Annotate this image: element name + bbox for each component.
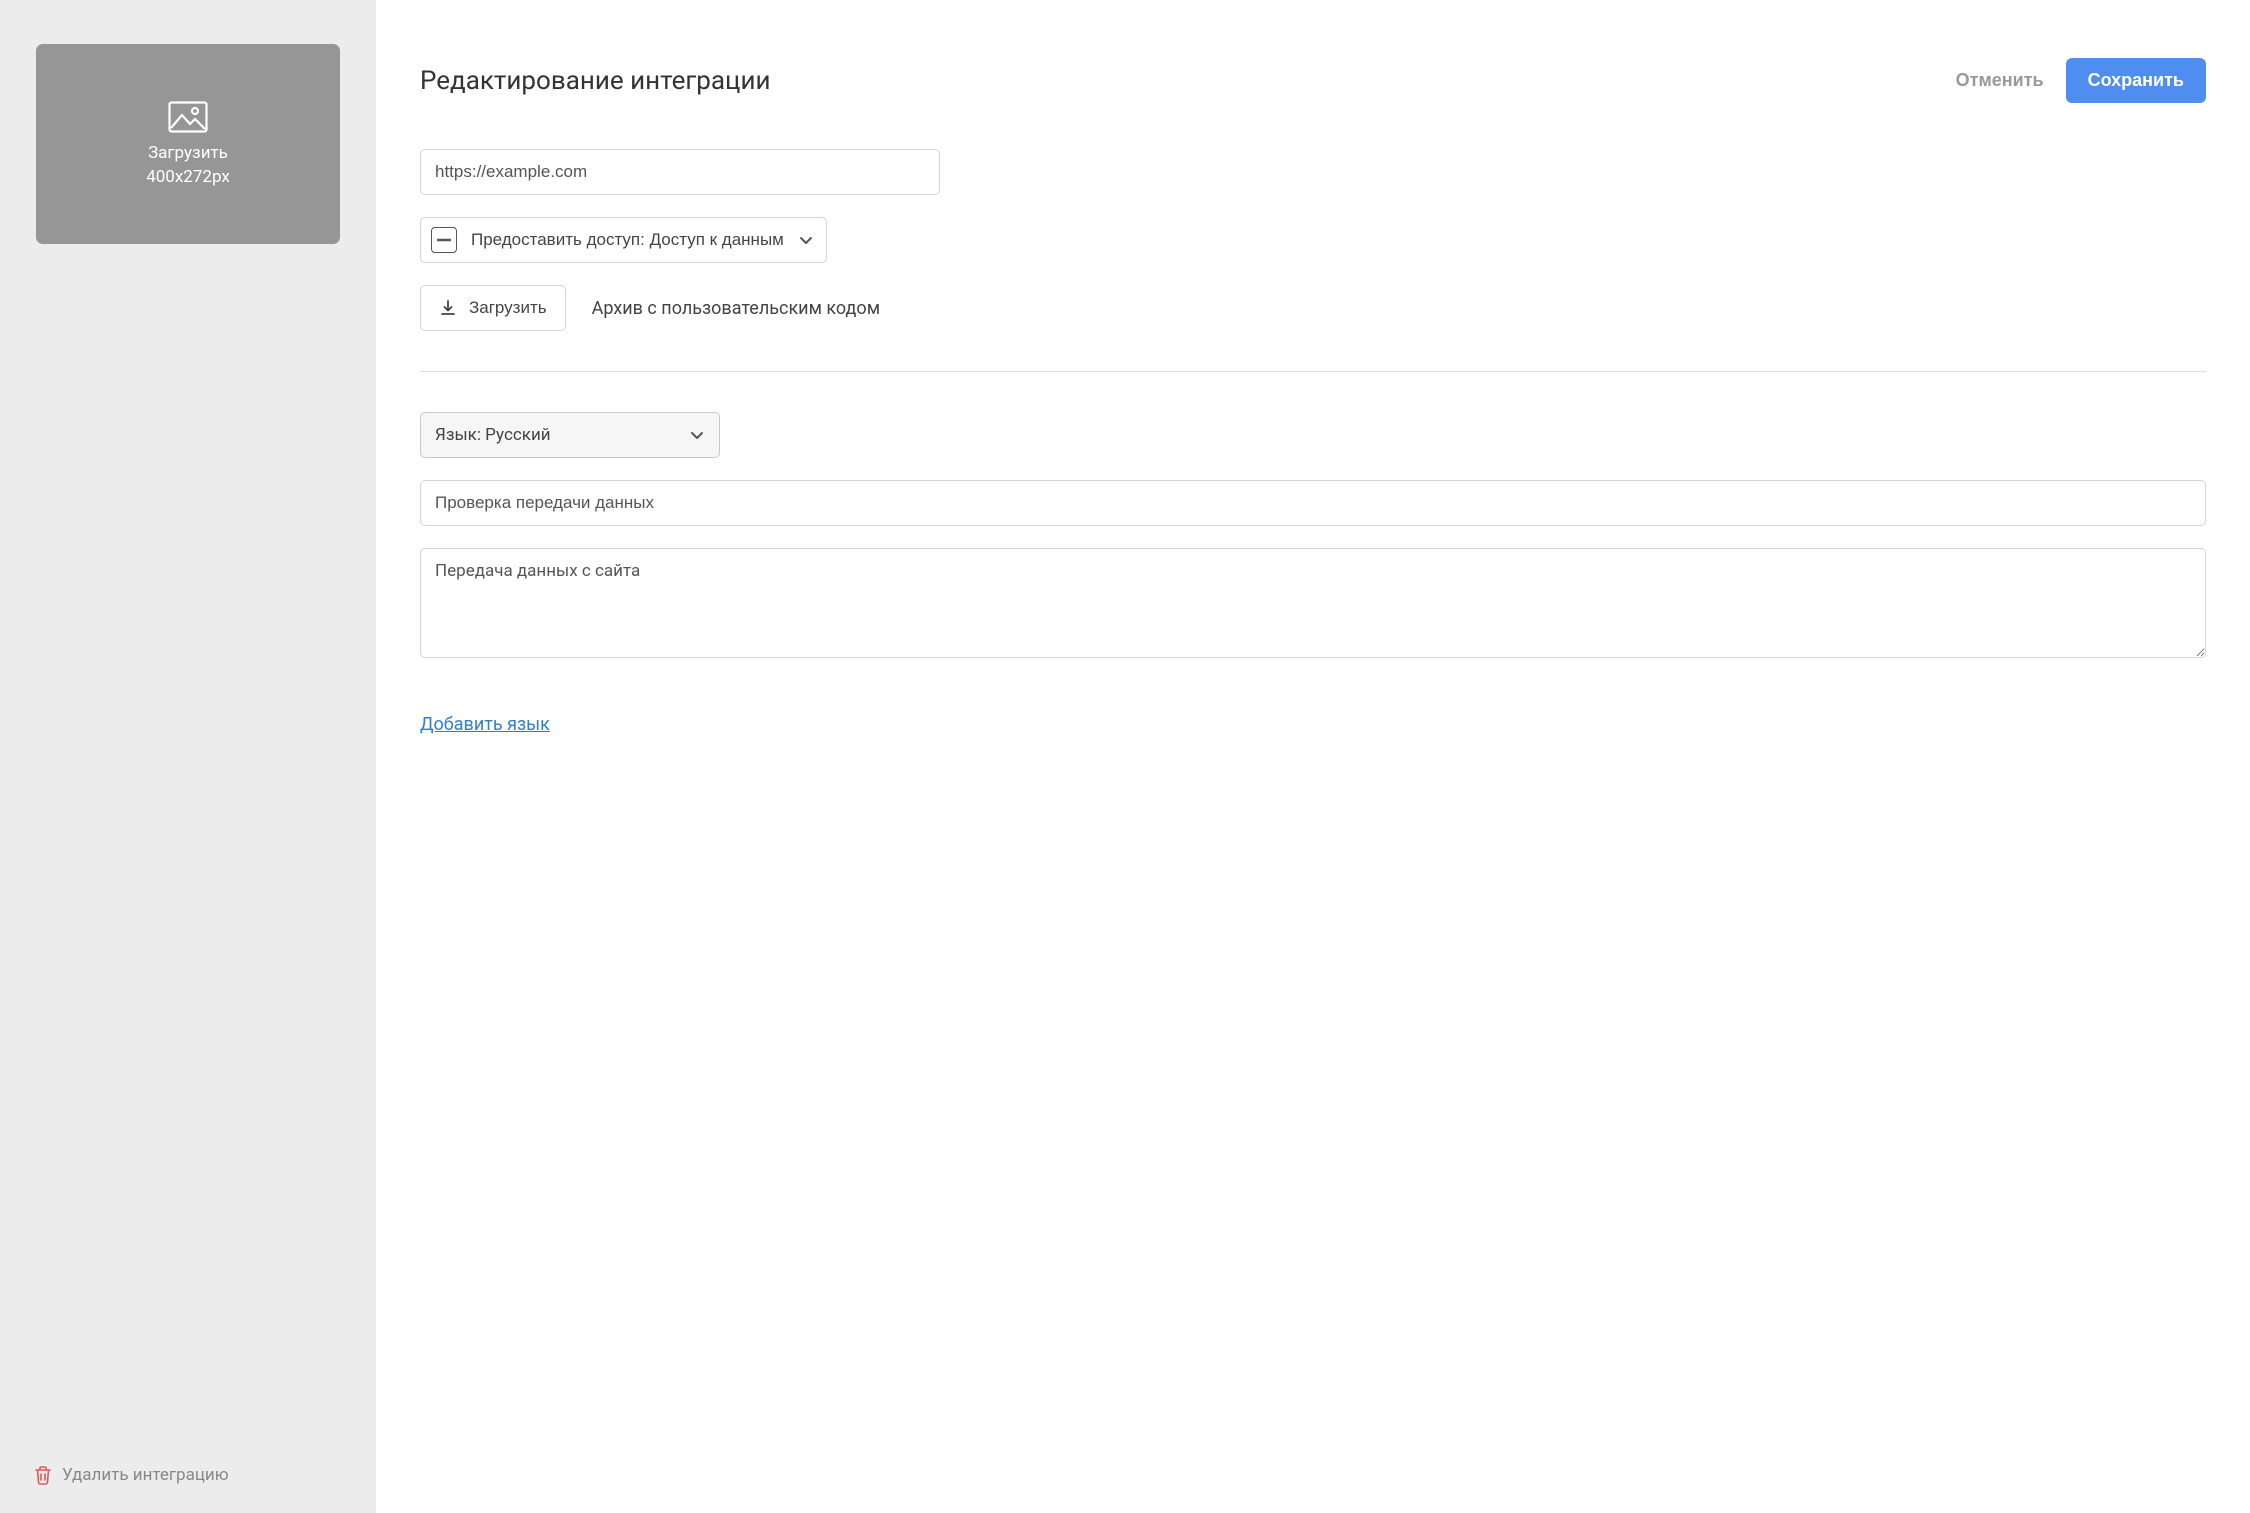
upload-caption: Архив с пользовательским кодом <box>592 298 880 319</box>
language-select[interactable]: Язык: Русский <box>420 412 720 458</box>
name-input[interactable] <box>420 480 2206 526</box>
trash-icon <box>34 1465 52 1485</box>
upload-label: Загрузить <box>148 143 228 163</box>
sidebar: Загрузить 400x272px Удалить интеграцию <box>0 0 376 1513</box>
access-label: Предоставить доступ: Доступ к данным <box>471 230 784 250</box>
upload-dimensions: 400x272px <box>146 167 230 187</box>
chevron-down-icon <box>798 232 814 248</box>
upload-button-label: Загрузить <box>469 298 547 318</box>
main-content: Редактирование интеграции Отменить Сохра… <box>376 0 2250 1513</box>
download-icon <box>439 299 457 317</box>
access-permissions-button[interactable]: Предоставить доступ: Доступ к данным <box>420 217 827 263</box>
image-upload-dropzone[interactable]: Загрузить 400x272px <box>36 44 340 244</box>
minus-square-icon <box>431 227 457 253</box>
cancel-button[interactable]: Отменить <box>1956 70 2044 91</box>
add-language-link[interactable]: Добавить язык <box>420 714 550 735</box>
page-title: Редактирование интеграции <box>420 66 770 96</box>
delete-integration-label: Удалить интеграцию <box>62 1465 229 1485</box>
chevron-down-icon <box>689 427 705 443</box>
save-button[interactable]: Сохранить <box>2066 58 2206 103</box>
url-input[interactable] <box>420 149 940 195</box>
divider <box>420 371 2206 372</box>
language-select-label: Язык: Русский <box>435 425 551 445</box>
upload-archive-button[interactable]: Загрузить <box>420 285 566 331</box>
image-icon <box>168 101 208 133</box>
description-textarea[interactable] <box>420 548 2206 658</box>
delete-integration-button[interactable]: Удалить интеграцию <box>34 1465 229 1485</box>
